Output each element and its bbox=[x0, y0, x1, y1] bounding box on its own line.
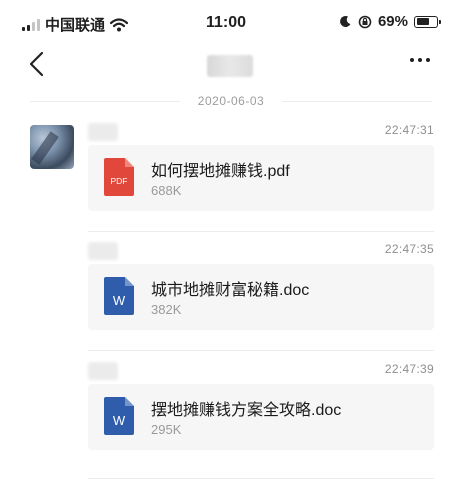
chat-title-redacted bbox=[207, 55, 253, 77]
file-name: 如何摆地摊赚钱.pdf bbox=[151, 163, 290, 180]
avatar[interactable] bbox=[30, 125, 74, 169]
message-divider bbox=[88, 350, 434, 351]
file-type-label: PDF bbox=[111, 176, 128, 186]
nav-bar bbox=[0, 46, 452, 86]
more-dots-icon[interactable] bbox=[410, 58, 430, 62]
sender-name-redacted bbox=[88, 362, 118, 380]
message-time: 22:47:39 bbox=[384, 362, 434, 376]
message-time: 22:47:31 bbox=[384, 123, 434, 137]
orientation-lock-icon bbox=[358, 15, 372, 28]
sender-name-redacted bbox=[88, 242, 118, 260]
battery-fill bbox=[416, 18, 429, 25]
sender-name-redacted bbox=[88, 123, 118, 141]
word-file-icon: W bbox=[104, 397, 134, 435]
moon-icon bbox=[340, 15, 351, 27]
file-size: 688K bbox=[151, 183, 182, 198]
file-card[interactable]: W 摆地摊赚钱方案全攻略.doc 295K bbox=[88, 384, 434, 450]
file-card[interactable]: PDF 如何摆地摊赚钱.pdf 688K bbox=[88, 145, 434, 211]
file-size: 382K bbox=[151, 302, 182, 317]
word-file-icon: W bbox=[104, 277, 134, 315]
battery-icon bbox=[414, 15, 441, 28]
file-type-label: W bbox=[113, 413, 126, 428]
chevron-left-icon[interactable] bbox=[26, 50, 50, 78]
file-card[interactable]: W 城市地摊财富秘籍.doc 382K bbox=[88, 264, 434, 330]
date-divider: 2020-06-03 bbox=[30, 92, 432, 110]
message-time: 22:47:35 bbox=[384, 242, 434, 256]
file-name: 摆地摊赚钱方案全攻略.doc bbox=[151, 402, 342, 419]
file-name: 城市地摊财富秘籍.doc bbox=[151, 282, 310, 299]
file-type-label: W bbox=[113, 293, 126, 308]
message-divider bbox=[88, 478, 434, 479]
status-bar: 中国联通 11:00 69% bbox=[0, 0, 452, 46]
message-divider bbox=[88, 231, 434, 232]
pdf-file-icon: PDF bbox=[104, 158, 134, 196]
status-right: 69% bbox=[339, 13, 441, 30]
battery-percent: 69% bbox=[377, 13, 408, 30]
file-size: 295K bbox=[151, 422, 182, 437]
